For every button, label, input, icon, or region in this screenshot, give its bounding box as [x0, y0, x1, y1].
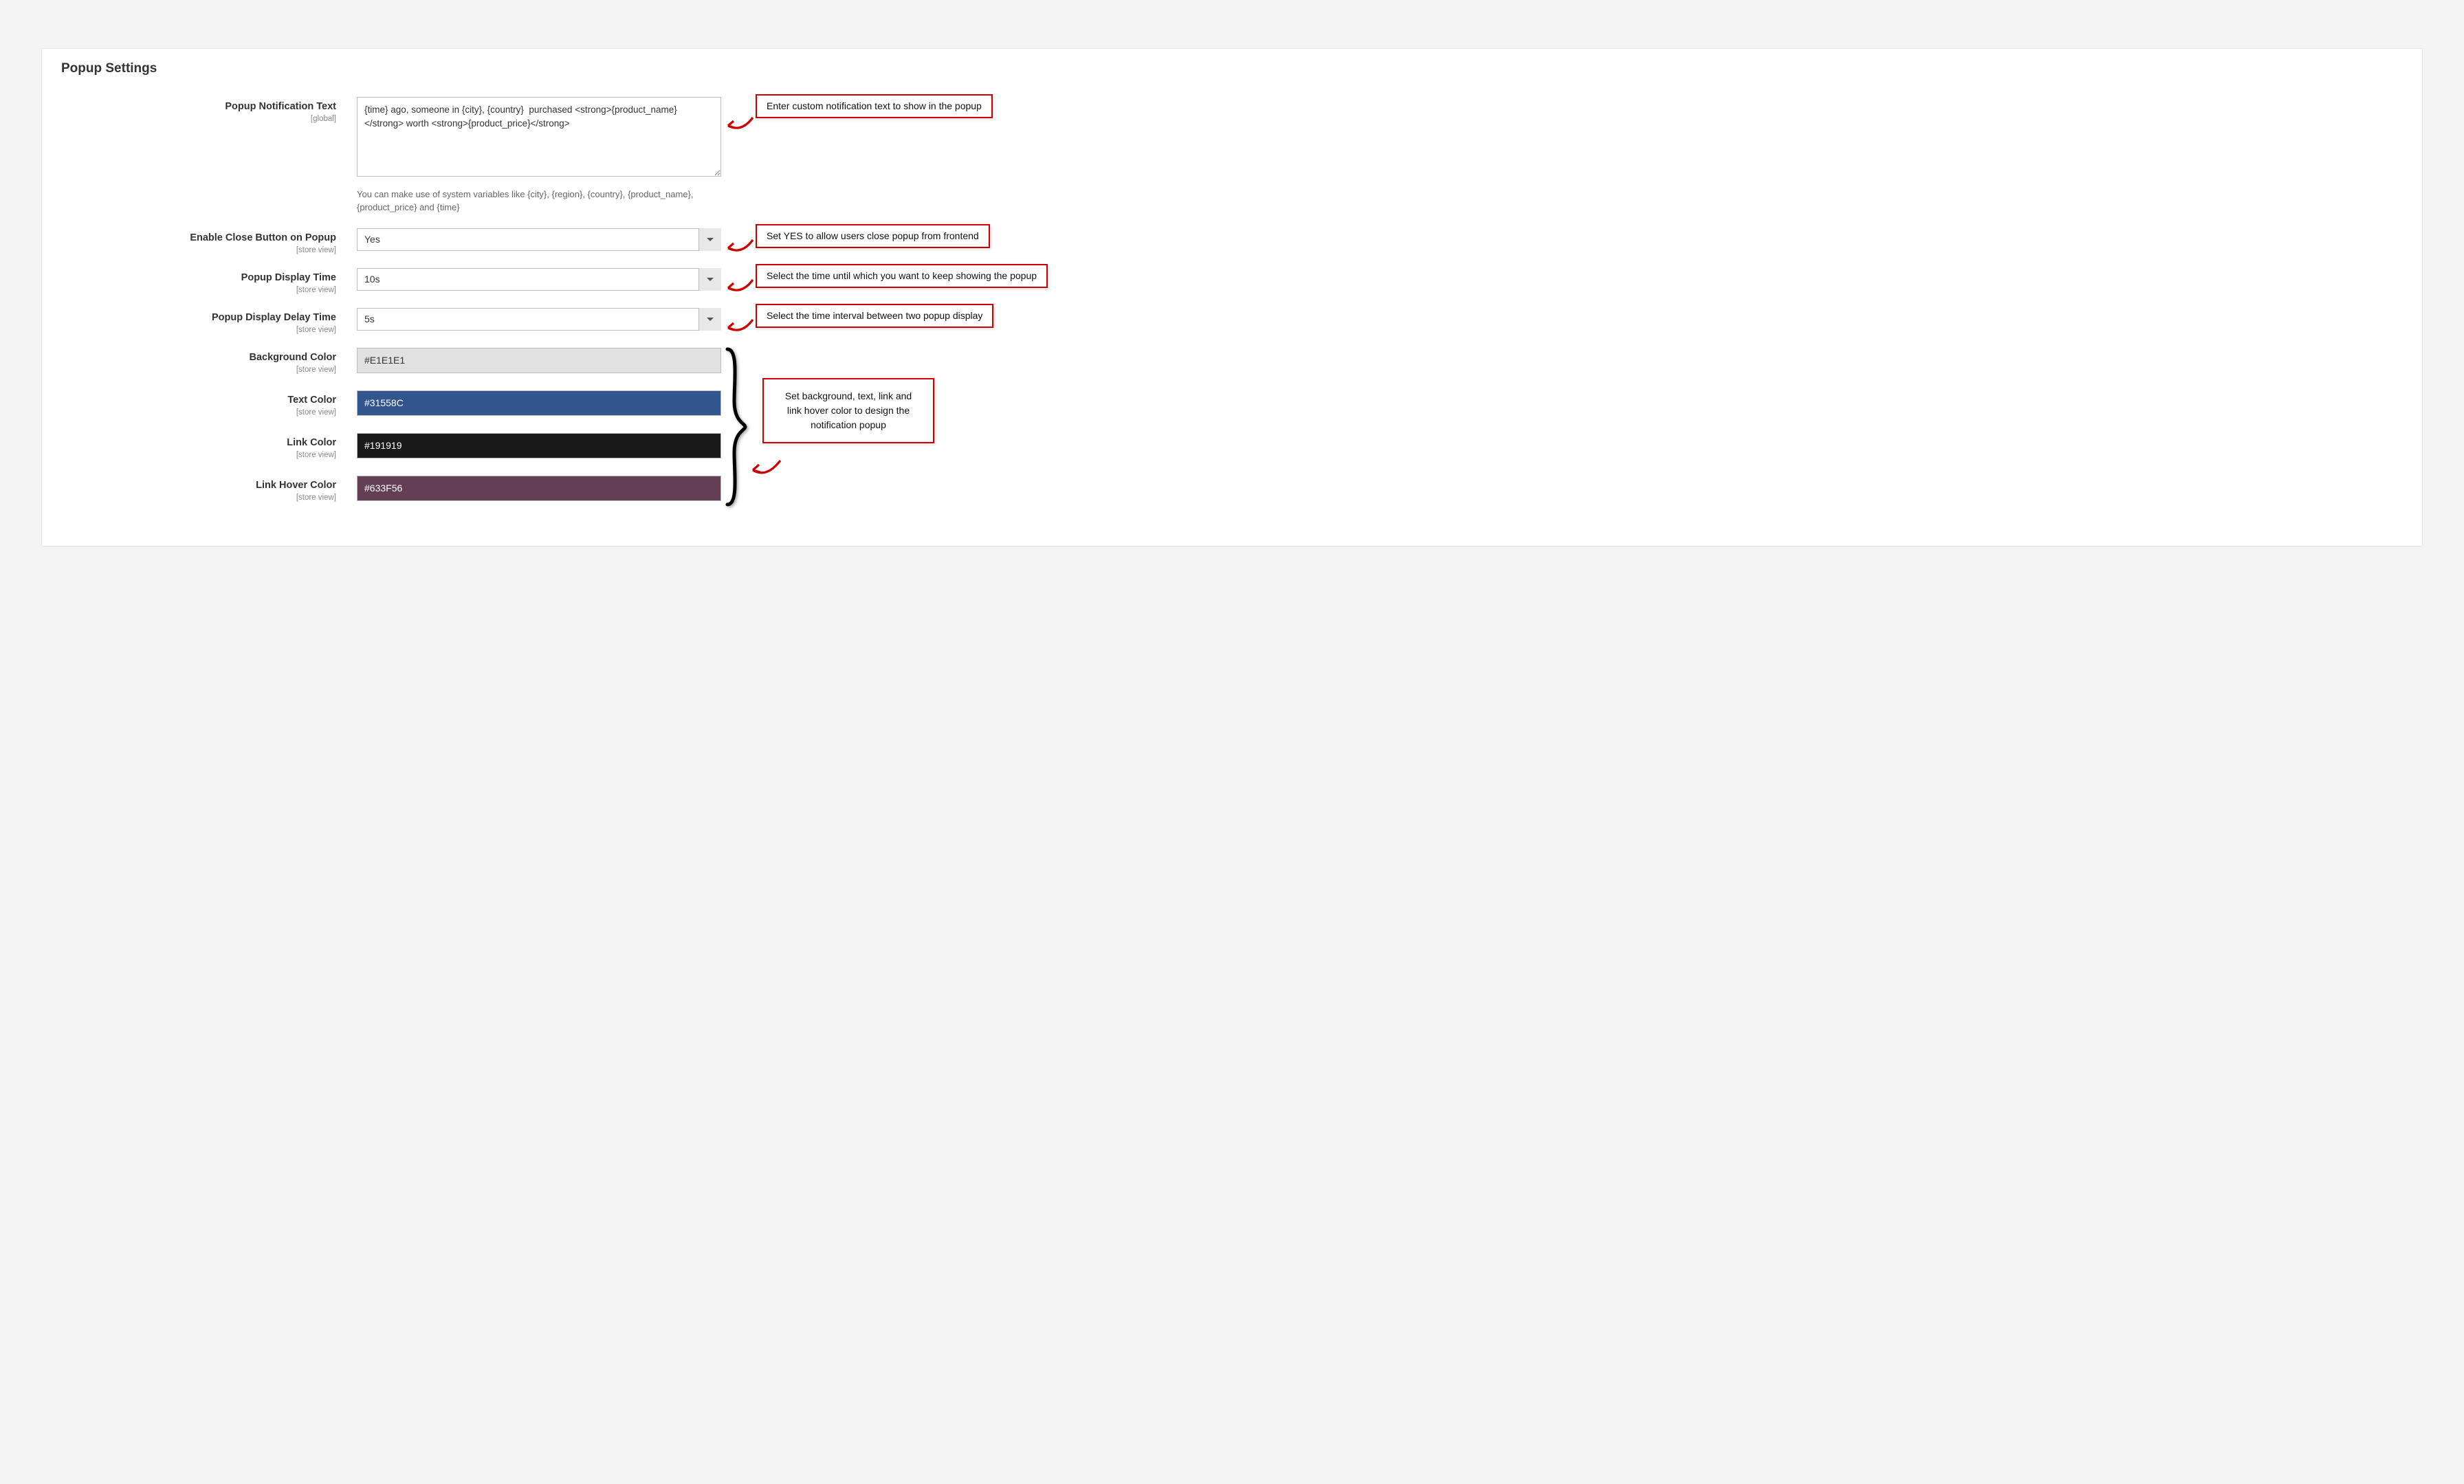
display-time-select[interactable]: 10s: [357, 268, 721, 291]
link-hover-color-input[interactable]: #633F56: [357, 476, 721, 501]
control-cell: #633F56: [357, 476, 721, 502]
display-time-label: Popup Display Time: [61, 272, 336, 283]
text-color-label: Text Color: [61, 395, 336, 406]
link-hover-color-label: Link Hover Color: [61, 480, 336, 491]
enable-close-scope: [store view]: [296, 246, 336, 254]
label-cell: Enable Close Button on Popup [store view…: [61, 228, 357, 254]
notification-text-label: Popup Notification Text: [61, 101, 336, 112]
field-display-time: Popup Display Time [store view] 10s Sele…: [61, 268, 2403, 294]
control-cell: Yes: [357, 228, 721, 254]
callout-display-delay-time: Select the time interval between two pop…: [756, 304, 993, 328]
enable-close-label: Enable Close Button on Popup: [61, 232, 336, 243]
label-cell: Text Color [store view]: [61, 390, 357, 417]
popup-settings-panel: Popup Settings Popup Notification Text […: [41, 48, 2423, 546]
control-cell: #31558C: [357, 390, 721, 417]
display-delay-time-label: Popup Display Delay Time: [61, 312, 336, 323]
link-color-label: Link Color: [61, 437, 336, 448]
link-color-scope: [store view]: [296, 451, 336, 459]
callout-notification-text: Enter custom notification text to show i…: [756, 94, 993, 118]
field-link-hover-color: Link Hover Color [store view] #633F56: [61, 476, 2403, 502]
control-cell: 10s: [357, 268, 721, 294]
label-cell: Link Hover Color [store view]: [61, 476, 357, 502]
label-cell: Popup Notification Text [global]: [61, 97, 357, 214]
field-background-color: Background Color [store view] #E1E1E1: [61, 348, 2403, 374]
label-cell: Link Color [store view]: [61, 433, 357, 459]
display-delay-time-scope: [store view]: [296, 326, 336, 334]
control-cell: You can make use of system variables lik…: [357, 97, 721, 214]
callout-colors: Set background, text, link and link hove…: [762, 378, 934, 443]
enable-close-value: Yes: [357, 228, 721, 251]
notification-text-textarea[interactable]: [357, 97, 721, 177]
chevron-down-icon: [698, 308, 721, 331]
background-color-label: Background Color: [61, 352, 336, 363]
chevron-down-icon: [698, 268, 721, 291]
display-time-value: 10s: [357, 268, 721, 291]
display-delay-time-select[interactable]: 5s: [357, 308, 721, 331]
arrow-icon: [749, 458, 783, 478]
color-fields-group: Background Color [store view] #E1E1E1 Te…: [61, 348, 2403, 502]
chevron-down-icon: [698, 228, 721, 251]
field-text-color: Text Color [store view] #31558C: [61, 390, 2403, 417]
background-color-scope: [store view]: [296, 366, 336, 374]
background-color-input[interactable]: #E1E1E1: [357, 348, 721, 373]
field-display-delay-time: Popup Display Delay Time [store view] 5s…: [61, 308, 2403, 334]
notification-text-scope: [global]: [311, 115, 336, 123]
display-time-scope: [store view]: [296, 286, 336, 294]
field-link-color: Link Color [store view] #191919: [61, 433, 2403, 459]
text-color-input[interactable]: #31558C: [357, 390, 721, 416]
panel-title: Popup Settings: [61, 61, 2403, 76]
text-color-scope: [store view]: [296, 408, 336, 417]
enable-close-select[interactable]: Yes: [357, 228, 721, 251]
label-cell: Popup Display Time [store view]: [61, 268, 357, 294]
control-cell: 5s: [357, 308, 721, 334]
display-delay-time-value: 5s: [357, 308, 721, 331]
callout-enable-close: Set YES to allow users close popup from …: [756, 224, 990, 248]
field-enable-close: Enable Close Button on Popup [store view…: [61, 228, 2403, 254]
label-cell: Background Color [store view]: [61, 348, 357, 374]
control-cell: #191919: [357, 433, 721, 459]
field-notification-text: Popup Notification Text [global] You can…: [61, 97, 2403, 214]
link-color-input[interactable]: #191919: [357, 433, 721, 458]
control-cell: #E1E1E1: [357, 348, 721, 374]
notification-text-help: You can make use of system variables lik…: [357, 188, 721, 214]
callout-display-time: Select the time until which you want to …: [756, 264, 1048, 288]
label-cell: Popup Display Delay Time [store view]: [61, 308, 357, 334]
link-hover-color-scope: [store view]: [296, 494, 336, 502]
